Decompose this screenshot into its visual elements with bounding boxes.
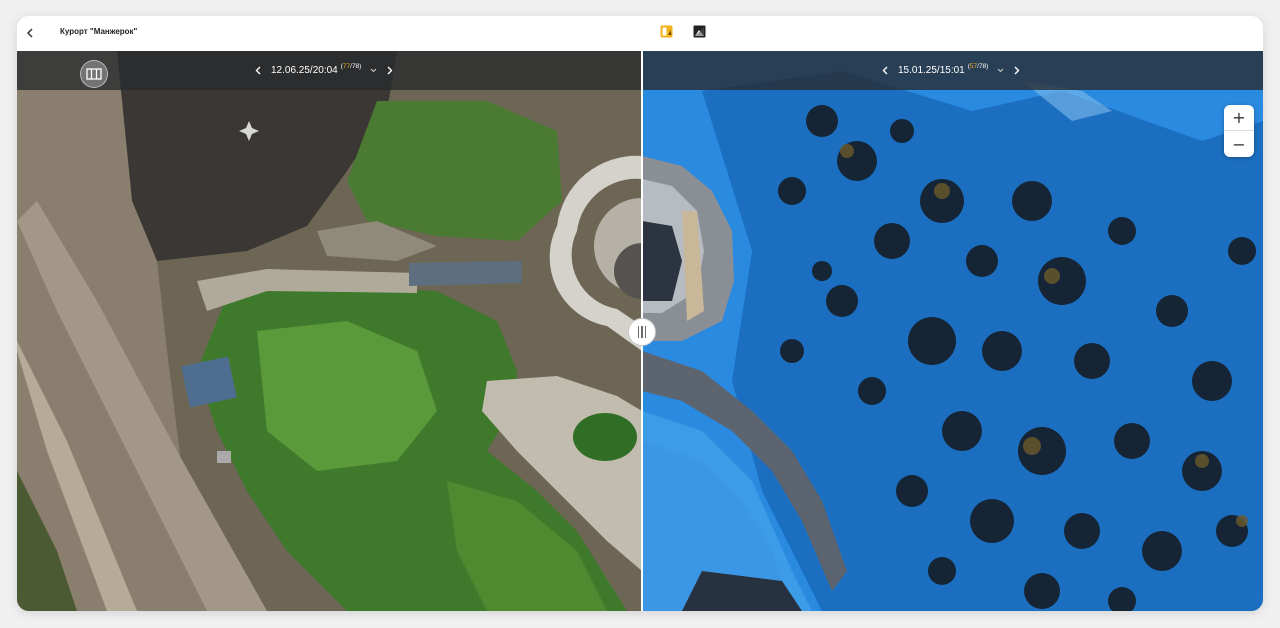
comparison-viewer[interactable]: 12.06.25/20:04 (77/78) 15.01.25/15:01 (5… — [17, 51, 1263, 611]
chevron-left-icon — [882, 66, 888, 74]
left-next-date-button[interactable] — [385, 64, 395, 76]
chevron-down-icon — [370, 68, 377, 72]
layers-icon — [86, 68, 102, 80]
top-bar: Курорт "Манжерок" — [17, 16, 1263, 51]
split-view-button[interactable] — [659, 24, 673, 38]
right-date-bar: 15.01.25/15:01 (57/78) — [642, 51, 1263, 90]
summer-aerial-photo — [17, 51, 642, 611]
right-aerial-image[interactable]: 15.01.25/15:01 (57/78) — [642, 51, 1263, 611]
left-date-dropdown[interactable] — [369, 66, 377, 74]
app-window: Курорт "Манжерок" 12.06.25/20:04 (77/78)… — [17, 16, 1263, 611]
winter-aerial-photo — [642, 51, 1263, 611]
right-prev-date-button[interactable] — [880, 64, 890, 76]
left-image-counter: (77/78) — [340, 62, 362, 70]
chevron-down-icon — [997, 68, 1004, 72]
left-prev-date-button[interactable] — [253, 64, 263, 76]
chevron-right-icon — [1014, 66, 1020, 74]
right-date-navigator: 15.01.25/15:01 (57/78) — [880, 62, 1022, 76]
right-next-date-button[interactable] — [1012, 64, 1022, 76]
chevron-right-icon — [387, 66, 393, 74]
left-date-navigator: 12.06.25/20:04 (77/78) — [253, 62, 395, 76]
left-date-label: 12.06.25/20:04 — [271, 64, 338, 76]
chevron-left-icon — [26, 28, 33, 38]
back-button[interactable] — [22, 25, 38, 41]
drag-handle-icon — [637, 326, 640, 338]
zoom-in-button[interactable]: + — [1224, 105, 1254, 131]
zoom-out-button[interactable]: − — [1224, 131, 1254, 157]
right-date-dropdown[interactable] — [996, 66, 1004, 74]
page-title: Курорт "Манжерок" — [60, 27, 138, 36]
split-view-icon — [660, 25, 672, 37]
divider-drag-handle[interactable] — [628, 318, 656, 346]
compare-view-icon — [693, 25, 705, 37]
chevron-left-icon — [255, 66, 261, 74]
left-date-bar: 12.06.25/20:04 (77/78) — [17, 51, 642, 90]
right-image-counter: (57/78) — [967, 62, 989, 70]
right-date-label: 15.01.25/15:01 — [898, 64, 965, 76]
zoom-control: + − — [1224, 105, 1254, 157]
compare-view-button[interactable] — [692, 24, 706, 38]
layers-button[interactable] — [80, 60, 108, 88]
left-aerial-image[interactable]: 12.06.25/20:04 (77/78) — [17, 51, 642, 611]
